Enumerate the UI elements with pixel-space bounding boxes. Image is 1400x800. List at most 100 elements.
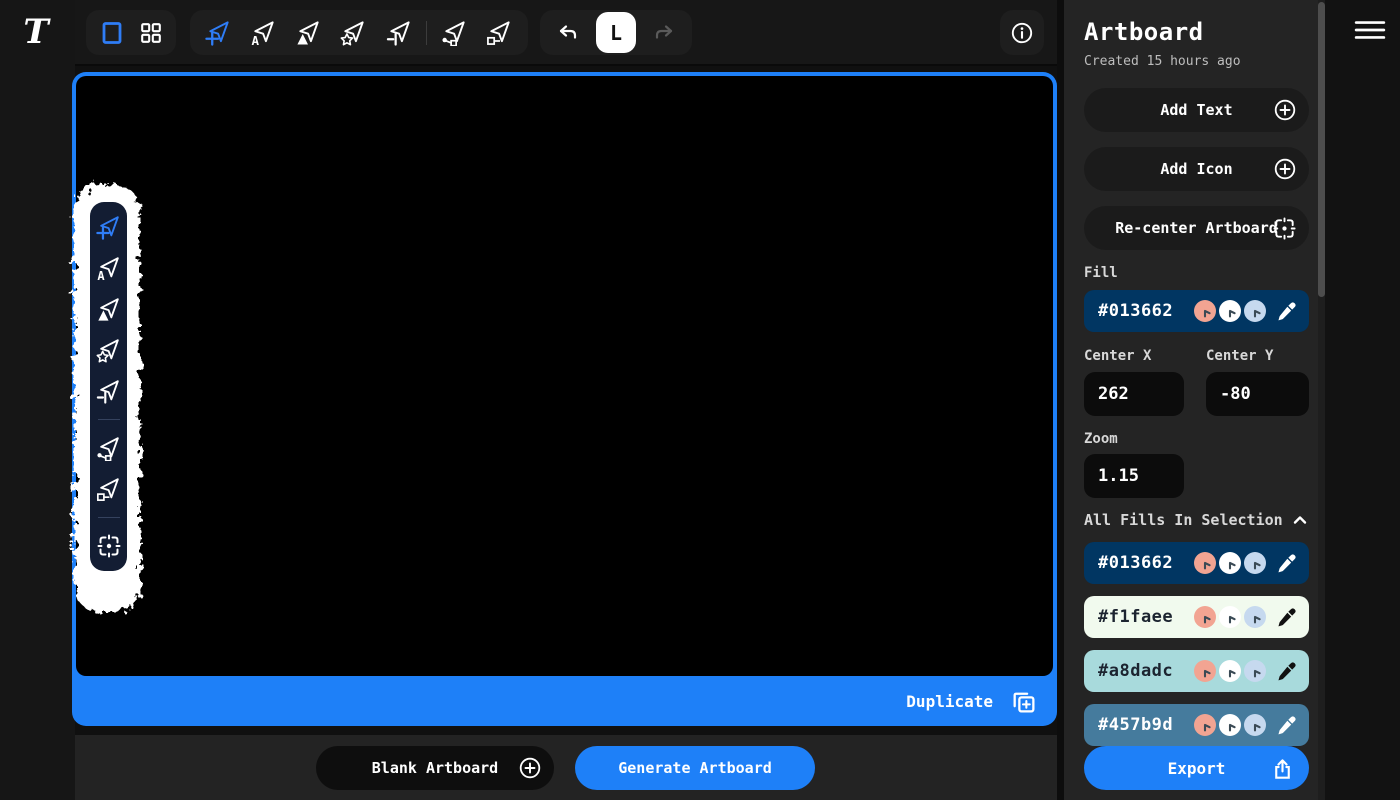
move-tool-button[interactable] — [96, 214, 122, 240]
eyedropper-icon — [1275, 606, 1298, 629]
recent-color-swatch-white[interactable] — [1219, 660, 1241, 682]
clock-icon — [1244, 606, 1266, 628]
node-cursor-icon — [486, 19, 513, 46]
grid-icon — [139, 21, 163, 45]
add-icon-button[interactable]: Add Icon — [1084, 147, 1309, 191]
blank-artboard-button[interactable]: Blank Artboard — [316, 746, 554, 790]
grid-view-button[interactable] — [133, 15, 169, 51]
recenter-icon — [1272, 216, 1297, 241]
sidebar-scrollbar-thumb[interactable] — [1318, 2, 1325, 297]
redo-icon — [652, 21, 676, 45]
eyedropper-button[interactable] — [1275, 300, 1298, 323]
eyedropper-button[interactable] — [1275, 660, 1298, 683]
star-tool-button[interactable] — [336, 15, 372, 51]
fill-hex-value: #f1faee — [1098, 607, 1173, 627]
center-x-label: Center X — [1084, 348, 1184, 364]
center-x-input[interactable] — [1084, 372, 1184, 416]
export-label: Export — [1168, 759, 1226, 778]
recent-color-swatch-white[interactable] — [1219, 300, 1241, 322]
move-tool-button[interactable] — [201, 15, 237, 51]
path-tool-button[interactable] — [96, 435, 122, 461]
zoom-label: Zoom — [1084, 431, 1309, 447]
adjust-cursor-icon — [96, 378, 122, 404]
recenter-button[interactable] — [96, 533, 122, 559]
center-y-input[interactable] — [1206, 372, 1309, 416]
recent-color-swatch-white[interactable] — [1219, 714, 1241, 736]
recent-color-swatch-white[interactable] — [1219, 552, 1241, 574]
recent-color-swatch-salmon[interactable] — [1194, 714, 1216, 736]
clock-icon — [1244, 552, 1266, 574]
add-text-button[interactable]: Add Text — [1084, 88, 1309, 132]
artboard-tool-button[interactable] — [94, 15, 130, 51]
canvas-floating-toolbar — [90, 202, 127, 571]
shape-tool-button[interactable] — [96, 296, 122, 322]
plus-circle-icon — [518, 756, 542, 780]
recenter-artboard-button[interactable]: Re-center Artboard — [1084, 206, 1309, 250]
recent-color-swatch-blue[interactable] — [1244, 300, 1266, 322]
recent-color-swatch-salmon[interactable] — [1194, 552, 1216, 574]
eyedropper-icon — [1275, 552, 1298, 575]
text-cursor-icon — [96, 255, 122, 281]
node-tool-button[interactable] — [481, 15, 517, 51]
fill-swatch-row[interactable]: #013662 — [1084, 290, 1309, 332]
fill-row[interactable]: #457b9d — [1084, 704, 1309, 746]
node-tool-button[interactable] — [96, 476, 122, 502]
clock-icon — [1244, 300, 1266, 322]
star-tool-button[interactable] — [96, 337, 122, 363]
info-icon — [1009, 20, 1035, 46]
menu-icon — [1354, 17, 1386, 43]
fill-row[interactable]: #013662 — [1084, 542, 1309, 584]
export-button[interactable]: Export — [1084, 746, 1309, 790]
redo-button[interactable] — [646, 15, 682, 51]
selected-artboard[interactable]: Duplicate — [72, 72, 1057, 726]
text-tool-button[interactable] — [96, 255, 122, 281]
fill-row[interactable]: #f1faee — [1084, 596, 1309, 638]
artboard-tool-icon — [99, 20, 125, 46]
plus-circle-icon — [1273, 157, 1297, 181]
eyedropper-button[interactable] — [1275, 606, 1298, 629]
cursor-tool-group — [190, 10, 528, 55]
history-key-button[interactable]: L — [596, 12, 636, 53]
toolbar-divider — [98, 419, 120, 420]
toolbar-divider — [426, 21, 427, 45]
hamburger-menu-button[interactable] — [1354, 14, 1390, 46]
recent-color-swatch-white[interactable] — [1219, 606, 1241, 628]
node-cursor-icon — [96, 476, 122, 502]
shape-tool-button[interactable] — [291, 15, 327, 51]
adjust-tool-button[interactable] — [96, 378, 122, 404]
adjust-tool-button[interactable] — [381, 15, 417, 51]
recent-color-swatch-blue[interactable] — [1244, 660, 1266, 682]
eyedropper-button[interactable] — [1275, 714, 1298, 737]
adjust-cursor-icon — [386, 19, 413, 46]
artboard-selection-bar: Duplicate — [72, 676, 1057, 726]
recent-color-swatch-salmon[interactable] — [1194, 300, 1216, 322]
eyedropper-icon — [1275, 714, 1298, 737]
fill-row[interactable]: #a8dadc — [1084, 650, 1309, 692]
export-icon — [1270, 756, 1295, 781]
recent-color-swatch-blue[interactable] — [1244, 552, 1266, 574]
eyedropper-icon — [1275, 660, 1298, 683]
clock-icon — [1244, 714, 1266, 736]
sidebar-scrollbar-track — [1318, 0, 1325, 800]
generate-artboard-button[interactable]: Generate Artboard — [575, 746, 815, 790]
path-tool-button[interactable] — [436, 15, 472, 51]
duplicate-button[interactable] — [1005, 683, 1041, 719]
eyedropper-button[interactable] — [1275, 552, 1298, 575]
recenter-artboard-label: Re-center Artboard — [1115, 219, 1278, 237]
recent-color-swatch-salmon[interactable] — [1194, 660, 1216, 682]
recent-color-swatch-blue[interactable] — [1244, 714, 1266, 736]
artboard-canvas[interactable] — [76, 76, 1053, 676]
top-toolbar: L — [75, 0, 1057, 66]
undo-button[interactable] — [550, 15, 586, 51]
app-logo[interactable]: T — [14, 10, 58, 54]
all-fills-section-header[interactable]: All Fills In Selection — [1084, 511, 1309, 529]
path-cursor-icon — [96, 435, 122, 461]
history-group: L — [540, 10, 692, 55]
zoom-input[interactable] — [1084, 454, 1184, 498]
center-y-label: Center Y — [1206, 348, 1308, 364]
path-cursor-icon — [441, 19, 468, 46]
recent-color-swatch-salmon[interactable] — [1194, 606, 1216, 628]
info-button[interactable] — [1006, 15, 1038, 51]
text-tool-button[interactable] — [246, 15, 282, 51]
recent-color-swatch-blue[interactable] — [1244, 606, 1266, 628]
